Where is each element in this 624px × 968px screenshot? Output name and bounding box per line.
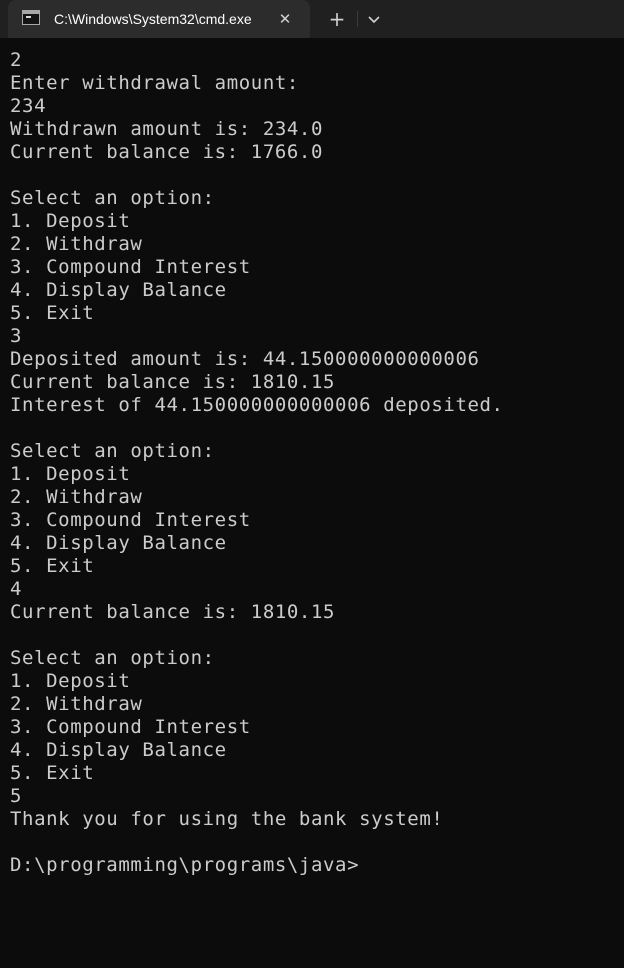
console-line: 4 bbox=[10, 578, 23, 600]
console-line: 1. Deposit bbox=[10, 210, 131, 232]
console-line: Deposited amount is: 44.150000000000006 bbox=[10, 348, 480, 370]
console-line: Select an option: bbox=[10, 187, 215, 209]
console-line: 5. Exit bbox=[10, 762, 95, 784]
console-line: Select an option: bbox=[10, 647, 215, 669]
console-line: 2. Withdraw bbox=[10, 233, 143, 255]
console-output[interactable]: 2 Enter withdrawal amount: 234 Withdrawn am… bbox=[10, 49, 624, 877]
console-line: 4. Display Balance bbox=[10, 279, 227, 301]
console-line: Interest of 44.150000000000006 deposited… bbox=[10, 394, 504, 416]
console-line: Current balance is: 1810.15 bbox=[10, 371, 336, 393]
cmd-prompt-icon bbox=[22, 10, 40, 25]
new-tab-button[interactable]: + bbox=[324, 7, 350, 31]
console-line: 3. Compound Interest bbox=[10, 256, 251, 278]
console-line: Enter withdrawal amount: bbox=[10, 72, 299, 94]
console-line: D:\programming\programs\java> bbox=[10, 854, 360, 876]
console-line: Withdrawn amount is: 234.0 bbox=[10, 118, 324, 140]
titlebar-divider bbox=[357, 11, 358, 27]
console-line: Current balance is: 1810.15 bbox=[10, 601, 336, 623]
console-line: 1. Deposit bbox=[10, 463, 131, 485]
console-line: 5. Exit bbox=[10, 302, 95, 324]
console-line: Current balance is: 1766.0 bbox=[10, 141, 324, 163]
console-line: 3. Compound Interest bbox=[10, 716, 251, 738]
console-line: 3 bbox=[10, 325, 23, 347]
tab-title: C:\Windows\System32\cmd.exe bbox=[54, 11, 252, 27]
console-line: 5. Exit bbox=[10, 555, 95, 577]
chevron-down-icon[interactable] bbox=[362, 7, 386, 31]
console-line: 4. Display Balance bbox=[10, 532, 227, 554]
title-bar: C:\Windows\System32\cmd.exe ✕ + bbox=[0, 0, 624, 38]
console-line: 2 bbox=[10, 49, 23, 71]
console-line: 4. Display Balance bbox=[10, 739, 227, 761]
console-line: Select an option: bbox=[10, 440, 215, 462]
console-line: Thank you for using the bank system! bbox=[10, 808, 444, 830]
tab-cmd[interactable]: C:\Windows\System32\cmd.exe ✕ bbox=[8, 0, 310, 38]
console-line: 2. Withdraw bbox=[10, 693, 143, 715]
close-icon[interactable]: ✕ bbox=[274, 8, 296, 30]
console-line: 234 bbox=[10, 95, 47, 117]
console-line: 3. Compound Interest bbox=[10, 509, 251, 531]
console-line: 2. Withdraw bbox=[10, 486, 143, 508]
console-line: 5 bbox=[10, 785, 23, 807]
console-line: 1. Deposit bbox=[10, 670, 131, 692]
